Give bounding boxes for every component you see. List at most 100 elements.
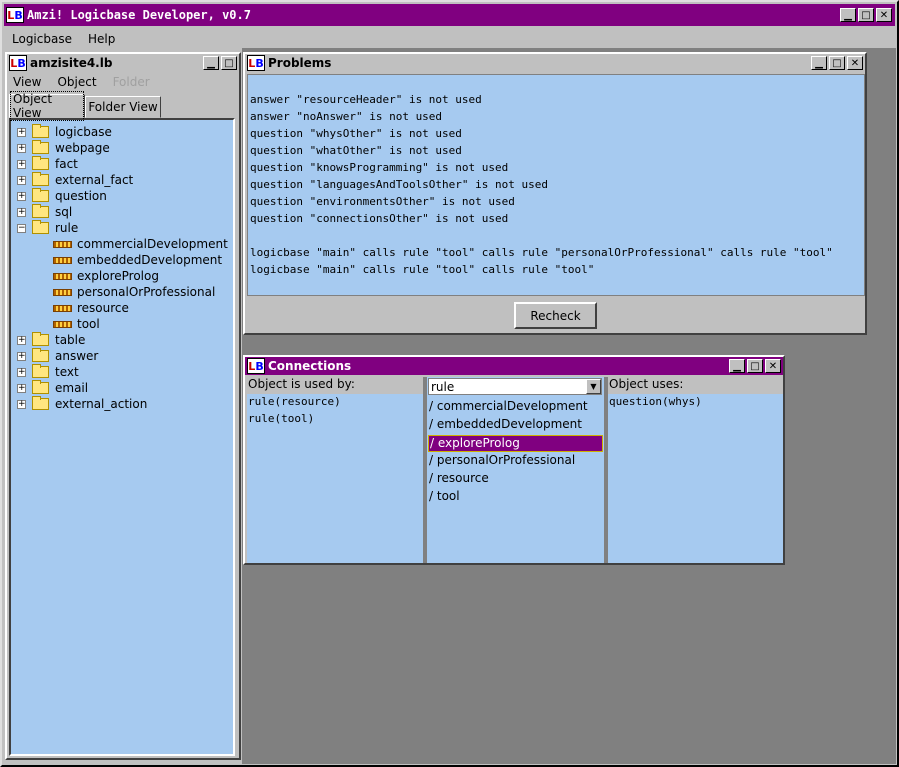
tree-item-rule[interactable]: embeddedDevelopment xyxy=(11,252,233,268)
problem-line: question "connectionsOther" is not used xyxy=(250,212,509,225)
tree-item-rule[interactable]: personalOrProfessional xyxy=(11,284,233,300)
problems-list: answer "resourceHeader" is not used answe… xyxy=(247,74,865,296)
tree-item-rule[interactable]: tool xyxy=(11,316,233,332)
logicbase-logo-icon: LB xyxy=(247,55,265,71)
tree-item-rule[interactable]: exploreProlog xyxy=(11,268,233,284)
object-list-item[interactable]: / embeddedDevelopment xyxy=(428,417,603,434)
tree-item-folder[interactable]: + fact xyxy=(11,156,233,172)
connections-title: Connections xyxy=(268,359,352,373)
rule-icon xyxy=(53,240,72,248)
type-select[interactable]: rule ▼ xyxy=(428,378,602,395)
chevron-down-icon[interactable]: ▼ xyxy=(586,379,601,394)
minimize-icon[interactable]: ▁ xyxy=(811,56,827,70)
connections-title-bar[interactable]: LB Connections ▁ □ ✕ xyxy=(245,357,783,375)
object-list-item[interactable]: / resource xyxy=(428,471,603,488)
close-icon[interactable]: ✕ xyxy=(847,56,863,70)
uses-item[interactable]: question(whys) xyxy=(609,395,783,412)
maximize-icon[interactable]: □ xyxy=(747,359,763,373)
tree-item-folder[interactable]: + sql xyxy=(11,204,233,220)
tree-item-label: resource xyxy=(77,301,129,315)
logicbase-logo-icon: LB xyxy=(9,55,27,71)
used-by-item[interactable]: rule(tool) xyxy=(248,412,423,429)
tree-item-folder[interactable]: + email xyxy=(11,380,233,396)
expand-icon[interactable]: + xyxy=(17,399,26,409)
folder-icon xyxy=(32,396,49,410)
minimize-icon[interactable]: ▁ xyxy=(203,56,219,70)
expand-icon[interactable]: + xyxy=(17,367,26,377)
tree-item-folder[interactable]: + webpage xyxy=(11,140,233,156)
tab-object-view[interactable]: Object View xyxy=(9,91,85,121)
connections-window: LB Connections ▁ □ ✕ Object is used by: … xyxy=(243,355,785,565)
used-by-item[interactable]: rule(resource) xyxy=(248,395,423,412)
object-list-item[interactable]: / exploreProlog xyxy=(428,435,603,452)
tree-item-rule[interactable]: commercialDevelopment xyxy=(11,236,233,252)
logicbase-logo-icon: LB xyxy=(247,358,265,374)
maximize-icon[interactable]: □ xyxy=(858,8,874,22)
tree-item-folder[interactable]: + text xyxy=(11,364,233,380)
maximize-icon[interactable]: □ xyxy=(829,56,845,70)
folder-icon xyxy=(32,348,49,362)
tree-window: LB amzisite4.lb ▁ □ View Object Folder O… xyxy=(5,52,241,760)
app-menubar: Logicbase Help xyxy=(4,29,123,49)
uses-column: Object uses: question(whys) xyxy=(608,377,783,563)
tree-item-folder[interactable]: + logicbase xyxy=(11,124,233,140)
expand-icon[interactable]: + xyxy=(17,383,26,393)
close-icon[interactable]: ✕ xyxy=(876,8,892,22)
tree-item-rule[interactable]: resource xyxy=(11,300,233,316)
problem-line: answer "resourceHeader" is not used xyxy=(250,93,482,106)
problems-title-bar[interactable]: LB Problems ▁ □ ✕ xyxy=(245,54,865,72)
tree-item-label: embeddedDevelopment xyxy=(77,253,223,267)
problem-line: question "knowsProgramming" is not used xyxy=(250,161,509,174)
tree-item-folder[interactable]: + table xyxy=(11,332,233,348)
menu-logicbase[interactable]: Logicbase xyxy=(4,32,80,46)
expand-icon[interactable]: + xyxy=(17,143,26,153)
tree-item-label: rule xyxy=(55,221,79,235)
problem-line: question "whatOther" is not used xyxy=(250,144,462,157)
tree-item-folder[interactable]: − rule xyxy=(11,220,233,236)
folder-icon xyxy=(32,124,49,138)
folder-icon xyxy=(32,364,49,378)
minimize-icon[interactable]: ▁ xyxy=(729,359,745,373)
expand-icon[interactable]: + xyxy=(17,207,26,217)
folder-icon xyxy=(32,380,49,394)
expand-icon[interactable]: + xyxy=(17,191,26,201)
tree-item-folder[interactable]: + external_fact xyxy=(11,172,233,188)
recheck-button[interactable]: Recheck xyxy=(514,302,597,329)
rule-icon xyxy=(53,320,72,328)
tree-item-label: tool xyxy=(77,317,100,331)
tree-window-title-bar[interactable]: LB amzisite4.lb ▁ □ xyxy=(7,54,239,72)
folder-icon xyxy=(32,140,49,154)
tree-item-label: email xyxy=(55,381,89,395)
menu-object[interactable]: Object xyxy=(49,75,104,89)
tab-object-view-label: Object View xyxy=(10,91,84,121)
tree-item-folder[interactable]: + question xyxy=(11,188,233,204)
expand-icon[interactable]: + xyxy=(17,127,26,137)
expand-icon[interactable]: + xyxy=(17,351,26,361)
menu-view[interactable]: View xyxy=(5,75,49,89)
rule-icon xyxy=(53,288,72,296)
object-list-item[interactable]: / commercialDevelopment xyxy=(428,399,603,416)
menu-folder[interactable]: Folder xyxy=(105,75,158,89)
tree-item-folder[interactable]: + answer xyxy=(11,348,233,364)
tab-folder-view-label: Folder View xyxy=(88,100,158,114)
rule-icon xyxy=(53,256,72,264)
menu-help[interactable]: Help xyxy=(80,32,123,46)
object-tree: + logicbase + webpage + fact + external_fact + qu… xyxy=(9,118,235,756)
maximize-icon[interactable]: □ xyxy=(221,56,237,70)
open-folder-icon xyxy=(32,220,49,234)
expand-icon[interactable]: + xyxy=(17,175,26,185)
collapse-icon[interactable]: − xyxy=(17,223,26,233)
minimize-icon[interactable]: ▁ xyxy=(840,8,856,22)
object-list-item[interactable]: / personalOrProfessional xyxy=(428,453,603,470)
tab-folder-view[interactable]: Folder View xyxy=(85,96,161,118)
app-title-bar[interactable]: LB Amzi! Logicbase Developer, v0.7 ▁ □ ✕ xyxy=(4,4,895,26)
tree-window-title: amzisite4.lb xyxy=(30,56,113,70)
expand-icon[interactable]: + xyxy=(17,159,26,169)
tree-item-folder[interactable]: + external_action xyxy=(11,396,233,412)
problem-line: logicbase "main" calls rule "tool" calls… xyxy=(250,263,595,276)
close-icon[interactable]: ✕ xyxy=(765,359,781,373)
object-list-item[interactable]: / tool xyxy=(428,489,603,506)
expand-icon[interactable]: + xyxy=(17,335,26,345)
tree-item-label: answer xyxy=(55,349,99,363)
tree-item-label: commercialDevelopment xyxy=(77,237,228,251)
